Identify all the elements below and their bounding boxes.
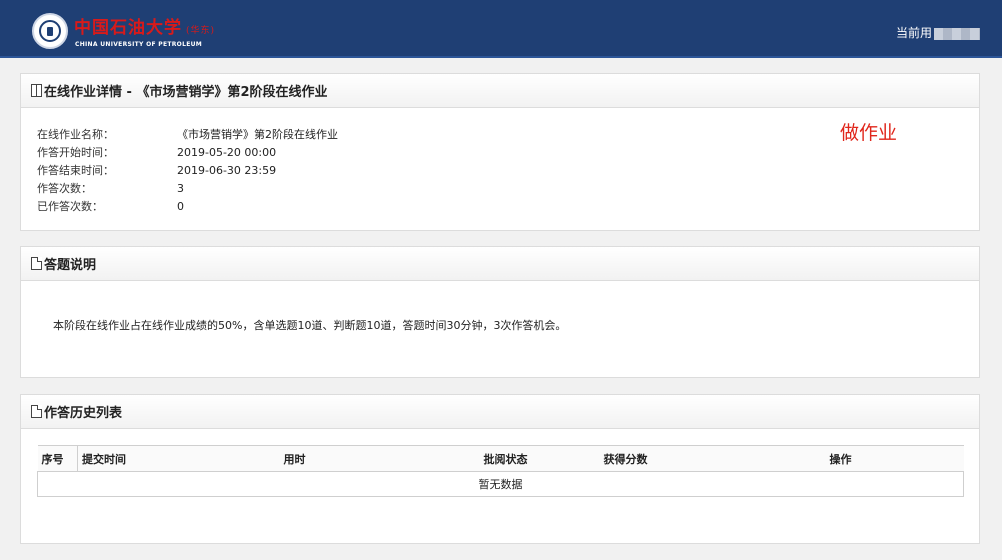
panel-header: 答题说明 <box>21 247 979 281</box>
current-user: 当前用 <box>896 24 980 41</box>
column-header-review-status: 批阅状态 <box>479 445 600 472</box>
history-table: 序号 提交时间 用时 批阅状态 获得分数 操作 暂无数据 <box>37 445 964 497</box>
document-icon <box>31 257 42 270</box>
panel-header: 在线作业详情 - 《市场营销学》第2阶段在线作业 <box>21 74 979 108</box>
empty-message: 暂无数据 <box>37 471 964 497</box>
column-header-actions: 操作 <box>825 445 964 472</box>
university-seal-icon <box>32 13 68 49</box>
detail-row: 在线作业名称： 《市场营销学》第2阶段在线作业 <box>37 128 338 141</box>
current-user-label: 当前用 <box>895 26 932 40</box>
details-list: 在线作业名称： 《市场营销学》第2阶段在线作业 作答开始时间： 2019-05-20… <box>37 126 338 216</box>
column-header-score: 获得分数 <box>599 445 826 472</box>
brand-campus: (华东) <box>186 26 216 36</box>
panel-title: 作答历史列表 <box>44 406 123 421</box>
history-panel: 作答历史列表 序号 提交时间 用时 批阅状态 获得分数 操作 暂无数据 <box>20 394 980 544</box>
top-header: 中国石油大学 (华东) CHINA UNIVERSITY OF PETROLEUM… <box>0 0 1002 58</box>
instructions-panel: 答题说明 本阶段在线作业占在线作业成绩的50%，含单选题10道、判断题10道，答… <box>20 246 980 378</box>
do-homework-link[interactable]: 做作业 <box>840 118 897 145</box>
book-icon <box>31 84 42 97</box>
table-row: 暂无数据 <box>37 471 964 497</box>
column-header-submit-time: 提交时间 <box>77 445 280 472</box>
panel-header: 作答历史列表 <box>21 395 979 429</box>
homework-details-panel: 在线作业详情 - 《市场营销学》第2阶段在线作业 在线作业名称： 《市场营销学》第… <box>20 73 980 231</box>
brand-name-en: CHINA UNIVERSITY OF PETROLEUM <box>75 41 203 48</box>
panel-title: 答题说明 <box>44 258 97 273</box>
column-header-index: 序号 <box>37 445 78 472</box>
table-header-row: 序号 提交时间 用时 批阅状态 获得分数 操作 <box>37 445 964 472</box>
instructions-text: 本阶段在线作业占在线作业成绩的50%，含单选题10道、判断题10道，答题时间30… <box>53 319 567 332</box>
detail-row: 已作答次数： 0 <box>37 200 184 213</box>
detail-row: 作答次数： 3 <box>37 182 184 195</box>
user-name-redacted <box>934 27 980 40</box>
detail-row: 作答开始时间： 2019-05-20 00:00 <box>37 146 277 159</box>
detail-row: 作答结束时间： 2019-06-30 23:59 <box>37 164 277 177</box>
document-icon <box>31 405 42 418</box>
column-header-duration: 用时 <box>279 445 480 472</box>
panel-title: 在线作业详情 - 《市场营销学》第2阶段在线作业 <box>44 85 328 100</box>
brand-name-cn: 中国石油大学 (华东) <box>74 18 216 38</box>
